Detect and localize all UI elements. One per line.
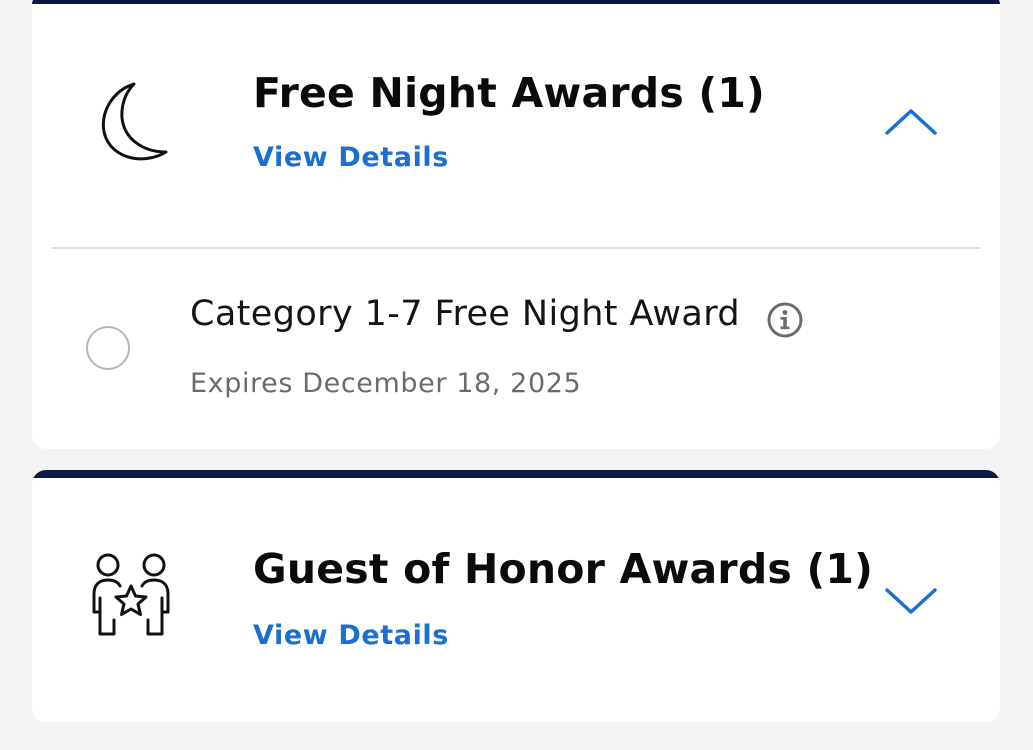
guest-of-honor-view-details-link[interactable]: View Details [253, 620, 449, 651]
card-accent-bar [32, 470, 1000, 478]
award-name: Category 1-7 Free Night Award [190, 294, 741, 334]
free-night-awards-card: Free Night Awards (1) View Details Categ… [32, 0, 1000, 449]
free-night-awards-title: Free Night Awards (1) [253, 69, 765, 117]
moon-icon [94, 76, 184, 166]
guests-star-icon [84, 550, 174, 640]
guest-of-honor-awards-card: Guest of Honor Awards (1) View Details [32, 470, 1000, 722]
award-expiry-date: Expires December 18, 2025 [190, 368, 582, 399]
guest-of-honor-awards-title: Guest of Honor Awards (1) [253, 545, 874, 593]
section-divider [52, 247, 980, 249]
chevron-up-icon[interactable] [883, 105, 939, 139]
awards-page: Free Night Awards (1) View Details Categ… [0, 0, 1033, 750]
info-icon[interactable] [766, 301, 804, 339]
card-accent-bar [32, 0, 1000, 4]
free-night-view-details-link[interactable]: View Details [253, 142, 449, 173]
award-select-radio[interactable] [86, 326, 130, 370]
chevron-down-icon[interactable] [883, 584, 939, 618]
